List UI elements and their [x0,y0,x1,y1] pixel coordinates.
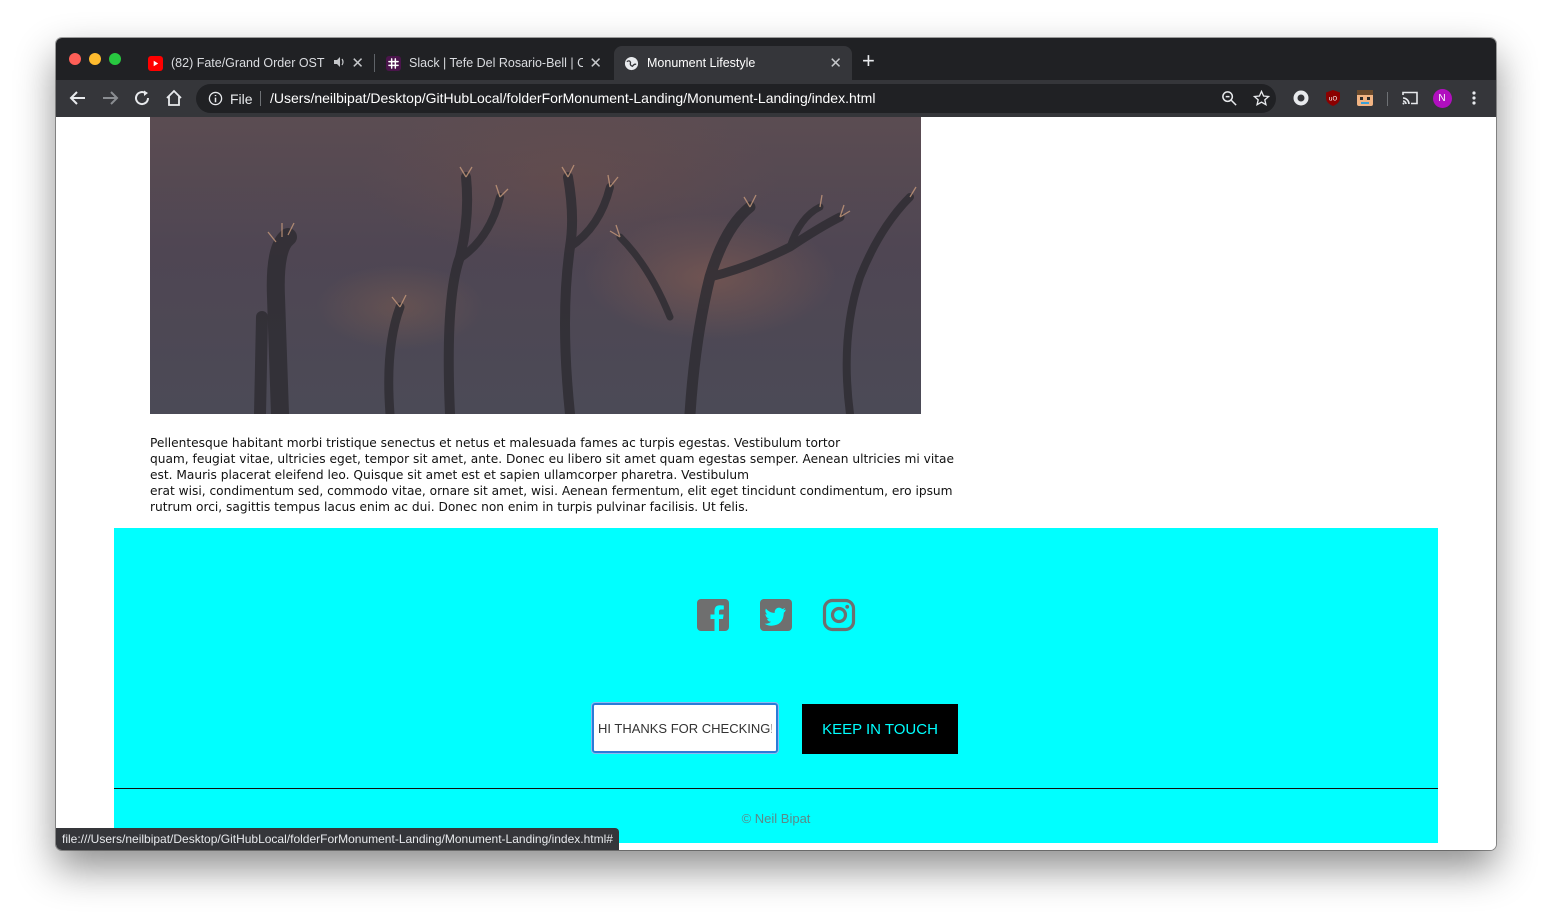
profile-initial: N [1432,88,1452,108]
browser-window: (82) Fate/Grand Order OST ✕ Slack | Tefe… [56,38,1496,850]
new-tab-button[interactable]: + [862,50,875,72]
page-viewport: Pellentesque habitant morbi tristique se… [56,117,1496,850]
copyright-text: © Neil Bipat [741,811,811,826]
close-tab-icon[interactable]: ✕ [351,54,364,72]
keep-in-touch-button[interactable]: KEEP IN TOUCH [802,704,958,754]
minimize-window-button[interactable] [89,53,101,65]
close-tab-icon[interactable]: ✕ [829,54,842,72]
slack-icon [386,55,401,71]
paragraph-line: Pellentesque habitant morbi tristique se… [150,436,841,450]
scheme-label: File [230,91,253,107]
paragraph-line: quam, feugiat vitae, ultricies eget, tem… [150,452,954,466]
instagram-icon[interactable] [822,598,856,632]
extension-face-icon[interactable] [1355,88,1375,108]
toolbar-divider [1387,92,1388,106]
forward-arrow-icon[interactable] [100,88,120,108]
profile-avatar[interactable]: N [1432,88,1452,108]
close-tab-icon[interactable]: ✕ [589,54,602,72]
tab-separator [374,54,375,72]
speaker-icon[interactable] [333,56,345,71]
tab-title: Slack | Tefe Del Rosario-Bell | C [409,56,584,70]
email-input[interactable] [591,702,779,754]
tab-title: (82) Fate/Grand Order OST [171,56,325,70]
maximize-window-button[interactable] [109,53,121,65]
paragraph-line: rutrum orci, sagittis tempus lacus enim … [150,500,749,514]
cast-icon[interactable] [1400,88,1420,108]
bookmark-star-icon[interactable] [1252,89,1271,112]
twitter-icon[interactable] [759,598,793,632]
paragraph-line: erat wisi, condimentum sed, commodo vita… [150,484,953,498]
menu-dots-icon[interactable] [1464,88,1484,108]
globe-icon [624,56,639,71]
tab-strip: (82) Fate/Grand Order OST ✕ Slack | Tefe… [56,38,1496,80]
reload-icon[interactable] [132,88,152,108]
home-icon[interactable] [164,88,184,108]
svg-text:uO: uO [1329,96,1338,103]
tab-slack[interactable]: Slack | Tefe Del Rosario-Bell | C ✕ [376,46,612,80]
browser-toolbar: File /Users/neilbipat/Desktop/GitHubLoca… [56,80,1496,117]
hero-image-cactus [150,117,921,414]
tab-youtube[interactable]: (82) Fate/Grand Order OST ✕ [138,46,374,80]
omnibox-divider [260,91,261,106]
url-text[interactable]: /Users/neilbipat/Desktop/GitHubLocal/fol… [270,90,875,106]
footer-divider [114,788,1438,789]
site-footer: KEEP IN TOUCH © Neil Bipat [114,528,1438,843]
lorem-paragraph: Pellentesque habitant morbi tristique se… [150,435,1010,515]
paragraph-line: est. Mauris placerat eleifend leo. Quisq… [150,468,749,482]
tab-monument-lifestyle[interactable]: Monument Lifestyle ✕ [614,46,852,80]
status-bubble: file:///Users/neilbipat/Desktop/GitHubLo… [56,828,619,850]
youtube-icon [148,55,163,71]
address-bar[interactable]: File /Users/neilbipat/Desktop/GitHubLoca… [196,84,1276,113]
ublock-icon[interactable]: uO [1323,88,1343,108]
close-window-button[interactable] [69,53,81,65]
info-icon[interactable] [208,91,223,111]
tab-title: Monument Lifestyle [647,56,756,70]
facebook-icon[interactable] [696,598,730,632]
extension-circle-icon[interactable] [1291,88,1311,108]
zoom-icon[interactable] [1221,90,1238,112]
back-arrow-icon[interactable] [68,88,88,108]
